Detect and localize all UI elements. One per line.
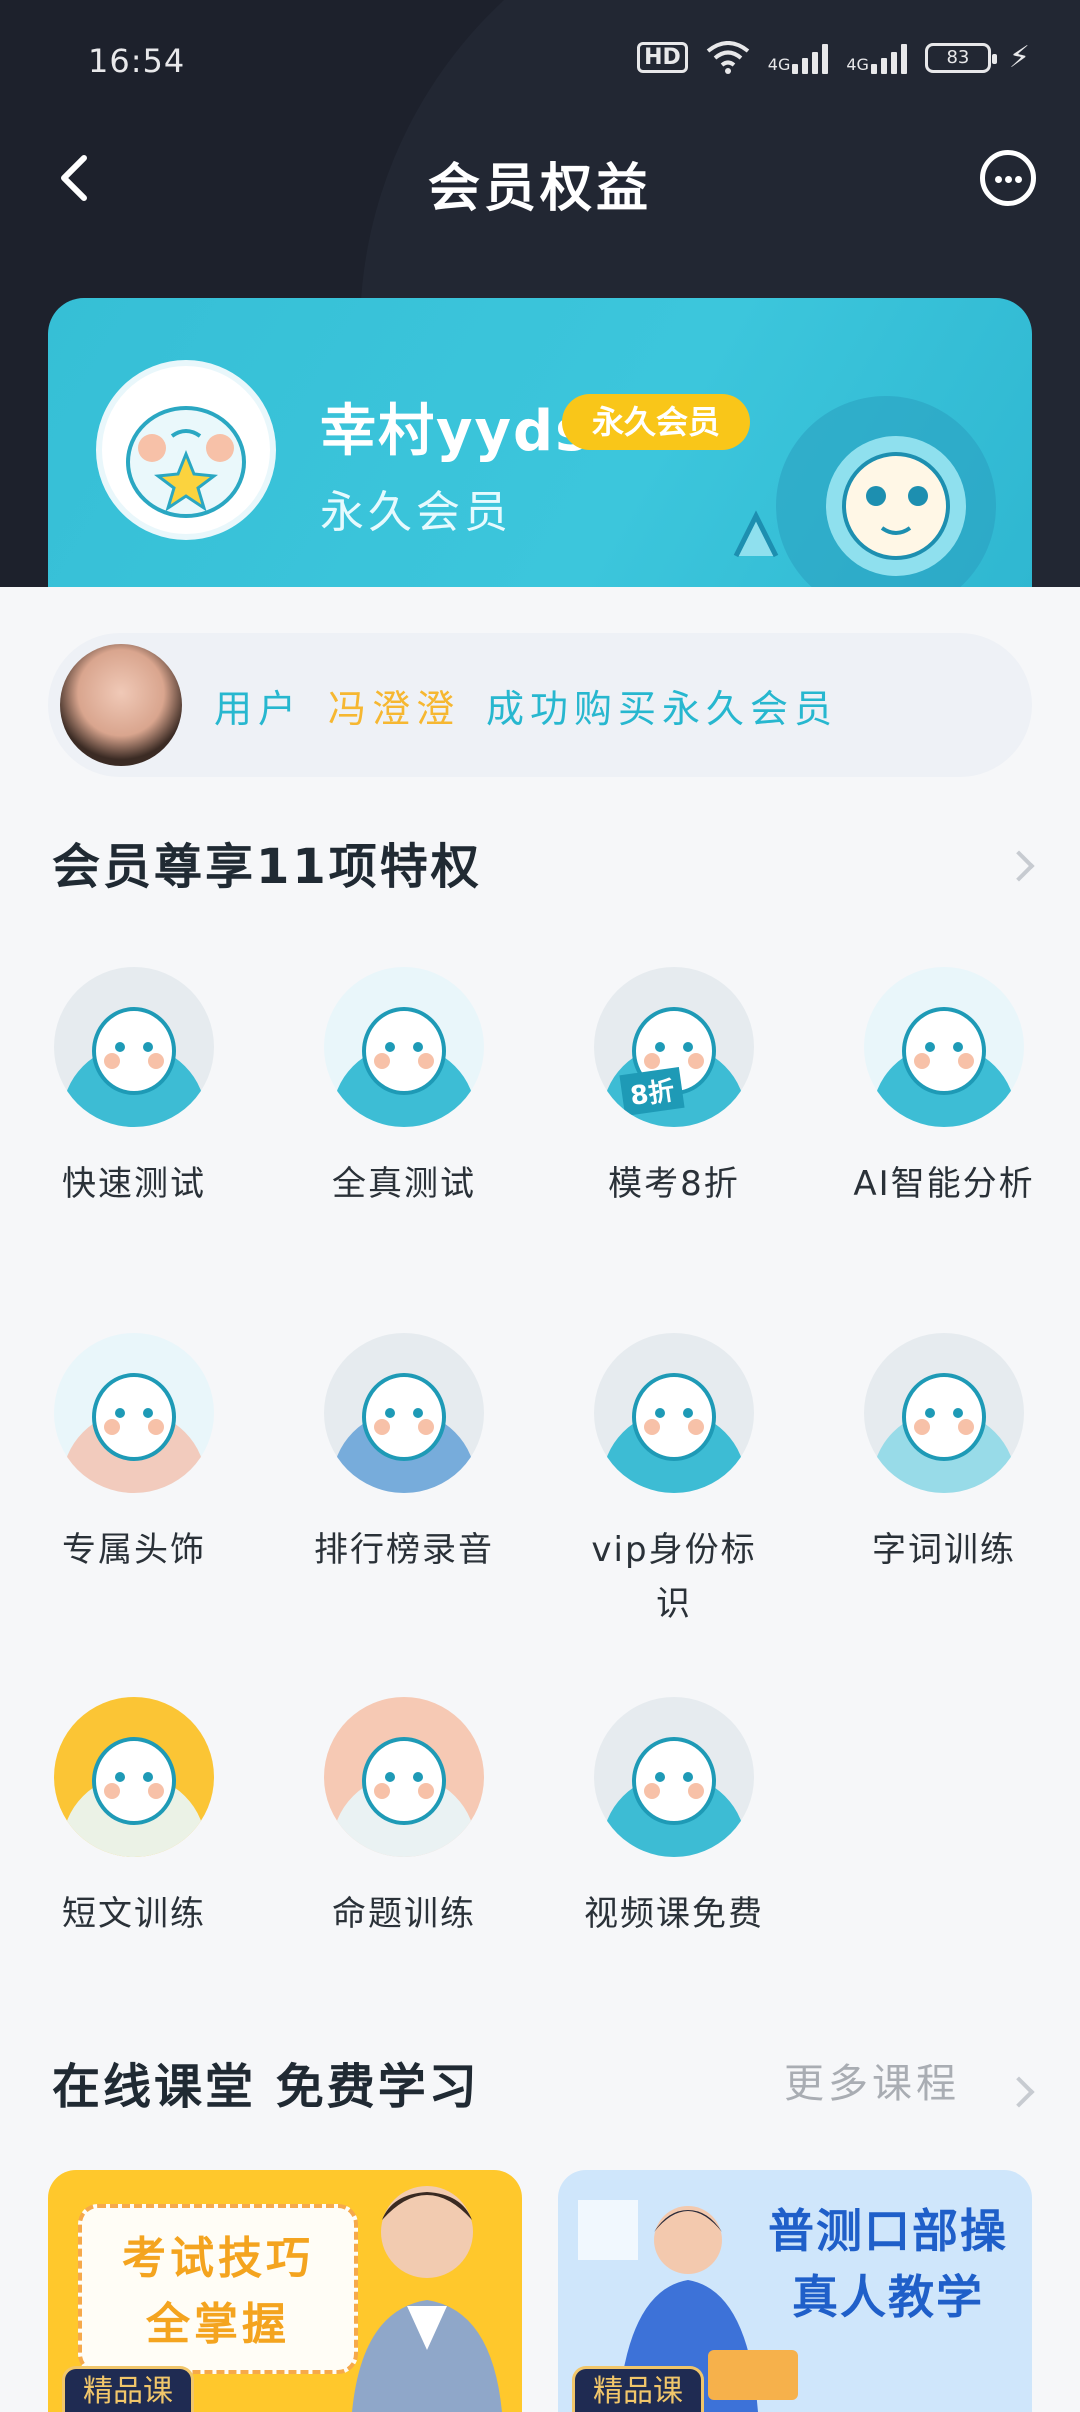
course-card-exam-skills[interactable]: 考试技巧 全掌握 精品课 bbox=[48, 2170, 522, 2412]
privileges-more-chevron-icon[interactable] bbox=[1003, 850, 1035, 882]
word-training-icon bbox=[864, 1333, 1024, 1493]
signal-bars-icon bbox=[792, 42, 829, 74]
privilege-item[interactable]: vip身份标识 bbox=[574, 1333, 774, 1631]
mock-exam-discount-icon: 8折 bbox=[594, 967, 754, 1127]
course-title-line1: 普测口部操 bbox=[768, 2204, 1008, 2258]
course-title-line2: 全掌握 bbox=[146, 2299, 290, 2350]
more-courses-link[interactable]: 更多课程 bbox=[784, 2051, 960, 2109]
exclusive-headwear-icon bbox=[54, 1333, 214, 1493]
username: 幸村yyds bbox=[320, 399, 591, 464]
privilege-label: AI智能分析 bbox=[853, 1164, 1035, 1204]
privilege-item[interactable]: 全真测试 bbox=[304, 967, 504, 1211]
course-title-box: 考试技巧 全掌握 bbox=[78, 2204, 358, 2374]
ticker-prefix: 用户 bbox=[214, 686, 303, 731]
privilege-item[interactable]: 专属头饰 bbox=[34, 1333, 234, 1577]
wifi-icon bbox=[706, 40, 750, 74]
more-courses-chevron-icon[interactable] bbox=[1003, 2076, 1035, 2108]
privilege-item[interactable]: 短文训练 bbox=[34, 1697, 234, 1941]
course-tag: 精品课 bbox=[62, 2366, 194, 2412]
privilege-label: 全真测试 bbox=[332, 1164, 476, 1204]
privilege-item[interactable]: AI智能分析 bbox=[844, 967, 1044, 1211]
leaderboard-recording-icon bbox=[324, 1333, 484, 1493]
privilege-label: 命题训练 bbox=[332, 1894, 476, 1934]
ticker-text: 用户 冯澄澄 成功购买永久会员 bbox=[214, 678, 838, 733]
privilege-item[interactable]: 8折模考8折 bbox=[574, 967, 774, 1211]
privilege-label: 排行榜录音 bbox=[314, 1530, 494, 1570]
lion-mascot-icon bbox=[733, 396, 996, 590]
signal-1: 4G bbox=[768, 42, 829, 74]
course-title-line2: 真人教学 bbox=[792, 2270, 984, 2324]
course-card-mouth-exercise[interactable]: 普测口部操 真人教学 精品课 bbox=[558, 2170, 1032, 2412]
course-title-line1: 考试技巧 bbox=[122, 2233, 314, 2284]
signal-2: 4G bbox=[846, 42, 907, 74]
privilege-item[interactable]: 排行榜录音 bbox=[304, 1333, 504, 1577]
bird-mascot-icon bbox=[126, 406, 246, 518]
privilege-item[interactable]: 快速测试 bbox=[34, 967, 234, 1211]
privilege-label: 模考8折 bbox=[608, 1164, 740, 1204]
nav-bar: 会员权益 bbox=[0, 130, 1080, 230]
network-type-1: 4G bbox=[767, 54, 791, 74]
privilege-label: vip身份标识 bbox=[591, 1530, 757, 1624]
privilege-label: 视频课免费 bbox=[584, 1894, 764, 1934]
course-title-text: 普测口部操 真人教学 bbox=[768, 2198, 1008, 2330]
privilege-label: 快速测试 bbox=[62, 1164, 206, 1204]
signal-bars-icon bbox=[870, 42, 907, 74]
privilege-item[interactable]: 字词训练 bbox=[844, 1333, 1044, 1577]
header-area: 16:54 HD 4G 4G 83 ⚡ 会员权益 幸村yyds 永久会员 永久会… bbox=[0, 0, 1080, 590]
teacher-photo bbox=[352, 2186, 502, 2412]
status-icons: HD 4G 4G 83 ⚡ bbox=[637, 40, 1030, 75]
discount-label: 8折 bbox=[619, 1067, 685, 1116]
status-time: 16:54 bbox=[88, 42, 186, 80]
chat-icon-dot bbox=[995, 176, 1002, 183]
member-card: 幸村yyds 永久会员 永久会员 bbox=[48, 298, 1032, 590]
ai-analysis-icon bbox=[864, 967, 1024, 1127]
hd-icon: HD bbox=[637, 42, 688, 73]
quick-test-icon bbox=[54, 967, 214, 1127]
ticker-suffix: 成功购买永久会员 bbox=[486, 686, 839, 731]
privilege-item[interactable]: 命题训练 bbox=[304, 1697, 504, 1941]
privilege-item[interactable]: 视频课免费 bbox=[574, 1697, 774, 1941]
battery-icon: 83 bbox=[924, 42, 997, 73]
content-sheet: 用户 冯澄澄 成功购买永久会员 会员尊享11项特权 快速测试 全真测试 8折模考8折 AI… bbox=[0, 587, 1080, 2412]
passage-training-icon bbox=[54, 1697, 214, 1857]
charging-icon: ⚡ bbox=[1008, 40, 1030, 75]
status-bar: 16:54 HD 4G 4G 83 ⚡ bbox=[0, 0, 1080, 120]
member-status: 永久会员 bbox=[320, 487, 512, 538]
network-type-2: 4G bbox=[846, 54, 869, 74]
page-title: 会员权益 bbox=[427, 159, 652, 219]
avatar[interactable] bbox=[96, 360, 276, 540]
buyer-avatar bbox=[60, 644, 182, 766]
privilege-label: 专属头饰 bbox=[62, 1530, 206, 1570]
message-button[interactable] bbox=[980, 150, 1036, 206]
privilege-label: 字词训练 bbox=[872, 1530, 1016, 1570]
topic-training-icon bbox=[324, 1697, 484, 1857]
purchase-ticker: 用户 冯澄澄 成功购买永久会员 bbox=[48, 633, 1032, 777]
privileges-title: 会员尊享11项特权 bbox=[52, 839, 482, 895]
full-test-icon bbox=[324, 967, 484, 1127]
courses-title: 在线课堂 免费学习 bbox=[52, 2059, 480, 2115]
ticker-username: 冯澄澄 bbox=[328, 686, 461, 731]
course-tag: 精品课 bbox=[572, 2366, 704, 2412]
free-video-course-icon bbox=[594, 1697, 754, 1857]
privilege-label: 短文训练 bbox=[62, 1894, 206, 1934]
vip-badge-icon bbox=[594, 1333, 754, 1493]
